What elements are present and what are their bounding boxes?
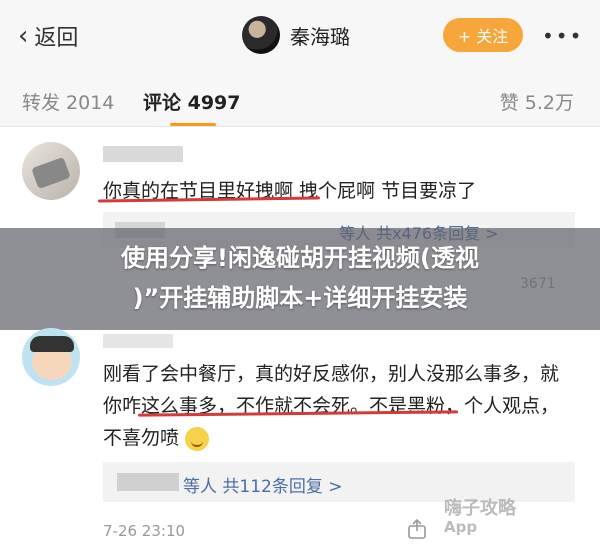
smile-emoji-icon	[185, 426, 210, 451]
blurred-username	[117, 473, 179, 491]
comment-text: 刚看了会中餐厅，真的好反感你，别人没那么事多，就你咋这么事多，不作就不会死。不是…	[103, 358, 573, 454]
profile-header[interactable]: 秦海璐	[242, 16, 350, 54]
active-tab-indicator	[170, 123, 216, 126]
banner-line-2: )”开挂辅助脚本+详细开挂安装	[132, 284, 468, 312]
comment-timestamp: 7-26 23:10	[103, 522, 186, 540]
back-label: 返回	[34, 26, 79, 51]
tab-bar: 转发 2014 评论 4997 赞 5.2万	[0, 72, 600, 127]
tab-comment[interactable]: 评论 4997	[143, 88, 241, 115]
avatar[interactable]	[22, 328, 80, 386]
blurred-username	[103, 146, 183, 162]
tab-repost[interactable]: 转发 2014	[22, 88, 114, 115]
avatar[interactable]	[242, 16, 280, 54]
banner-line-1: 使用分享!闲逸碰胡开挂视频(透视	[121, 244, 479, 272]
username: 秦海璐	[290, 24, 350, 49]
share-icon[interactable]	[406, 518, 428, 540]
overlay-banner: 使用分享!闲逸碰胡开挂视频(透视 )”开挂辅助脚本+详细开挂安装	[0, 228, 600, 330]
reply-summary[interactable]: 等人 共112条回复 >	[103, 462, 575, 502]
reply-summary-text: 等人 共112条回复 >	[183, 477, 343, 497]
chevron-left-icon: ‹	[18, 21, 29, 51]
back-button[interactable]: ‹ 返回	[18, 20, 78, 52]
follow-button[interactable]: + 关注	[443, 18, 523, 52]
tab-like[interactable]: 赞 5.2万	[500, 88, 574, 115]
avatar[interactable]	[22, 142, 80, 200]
comment-text-body: 刚看了会中餐厅，真的好反感你，别人没那么事多，就你咋这么事多，不作就不会死。不是…	[103, 363, 560, 449]
watermark-line-1: 嗨子攻略	[444, 498, 516, 519]
more-icon[interactable]: •••	[542, 24, 583, 48]
watermark-line-2: App	[444, 518, 478, 536]
top-bar: ‹ 返回 秦海璐 + 关注 •••	[0, 0, 600, 72]
watermark: 嗨子攻略 App	[444, 498, 516, 537]
blurred-username	[103, 334, 173, 348]
